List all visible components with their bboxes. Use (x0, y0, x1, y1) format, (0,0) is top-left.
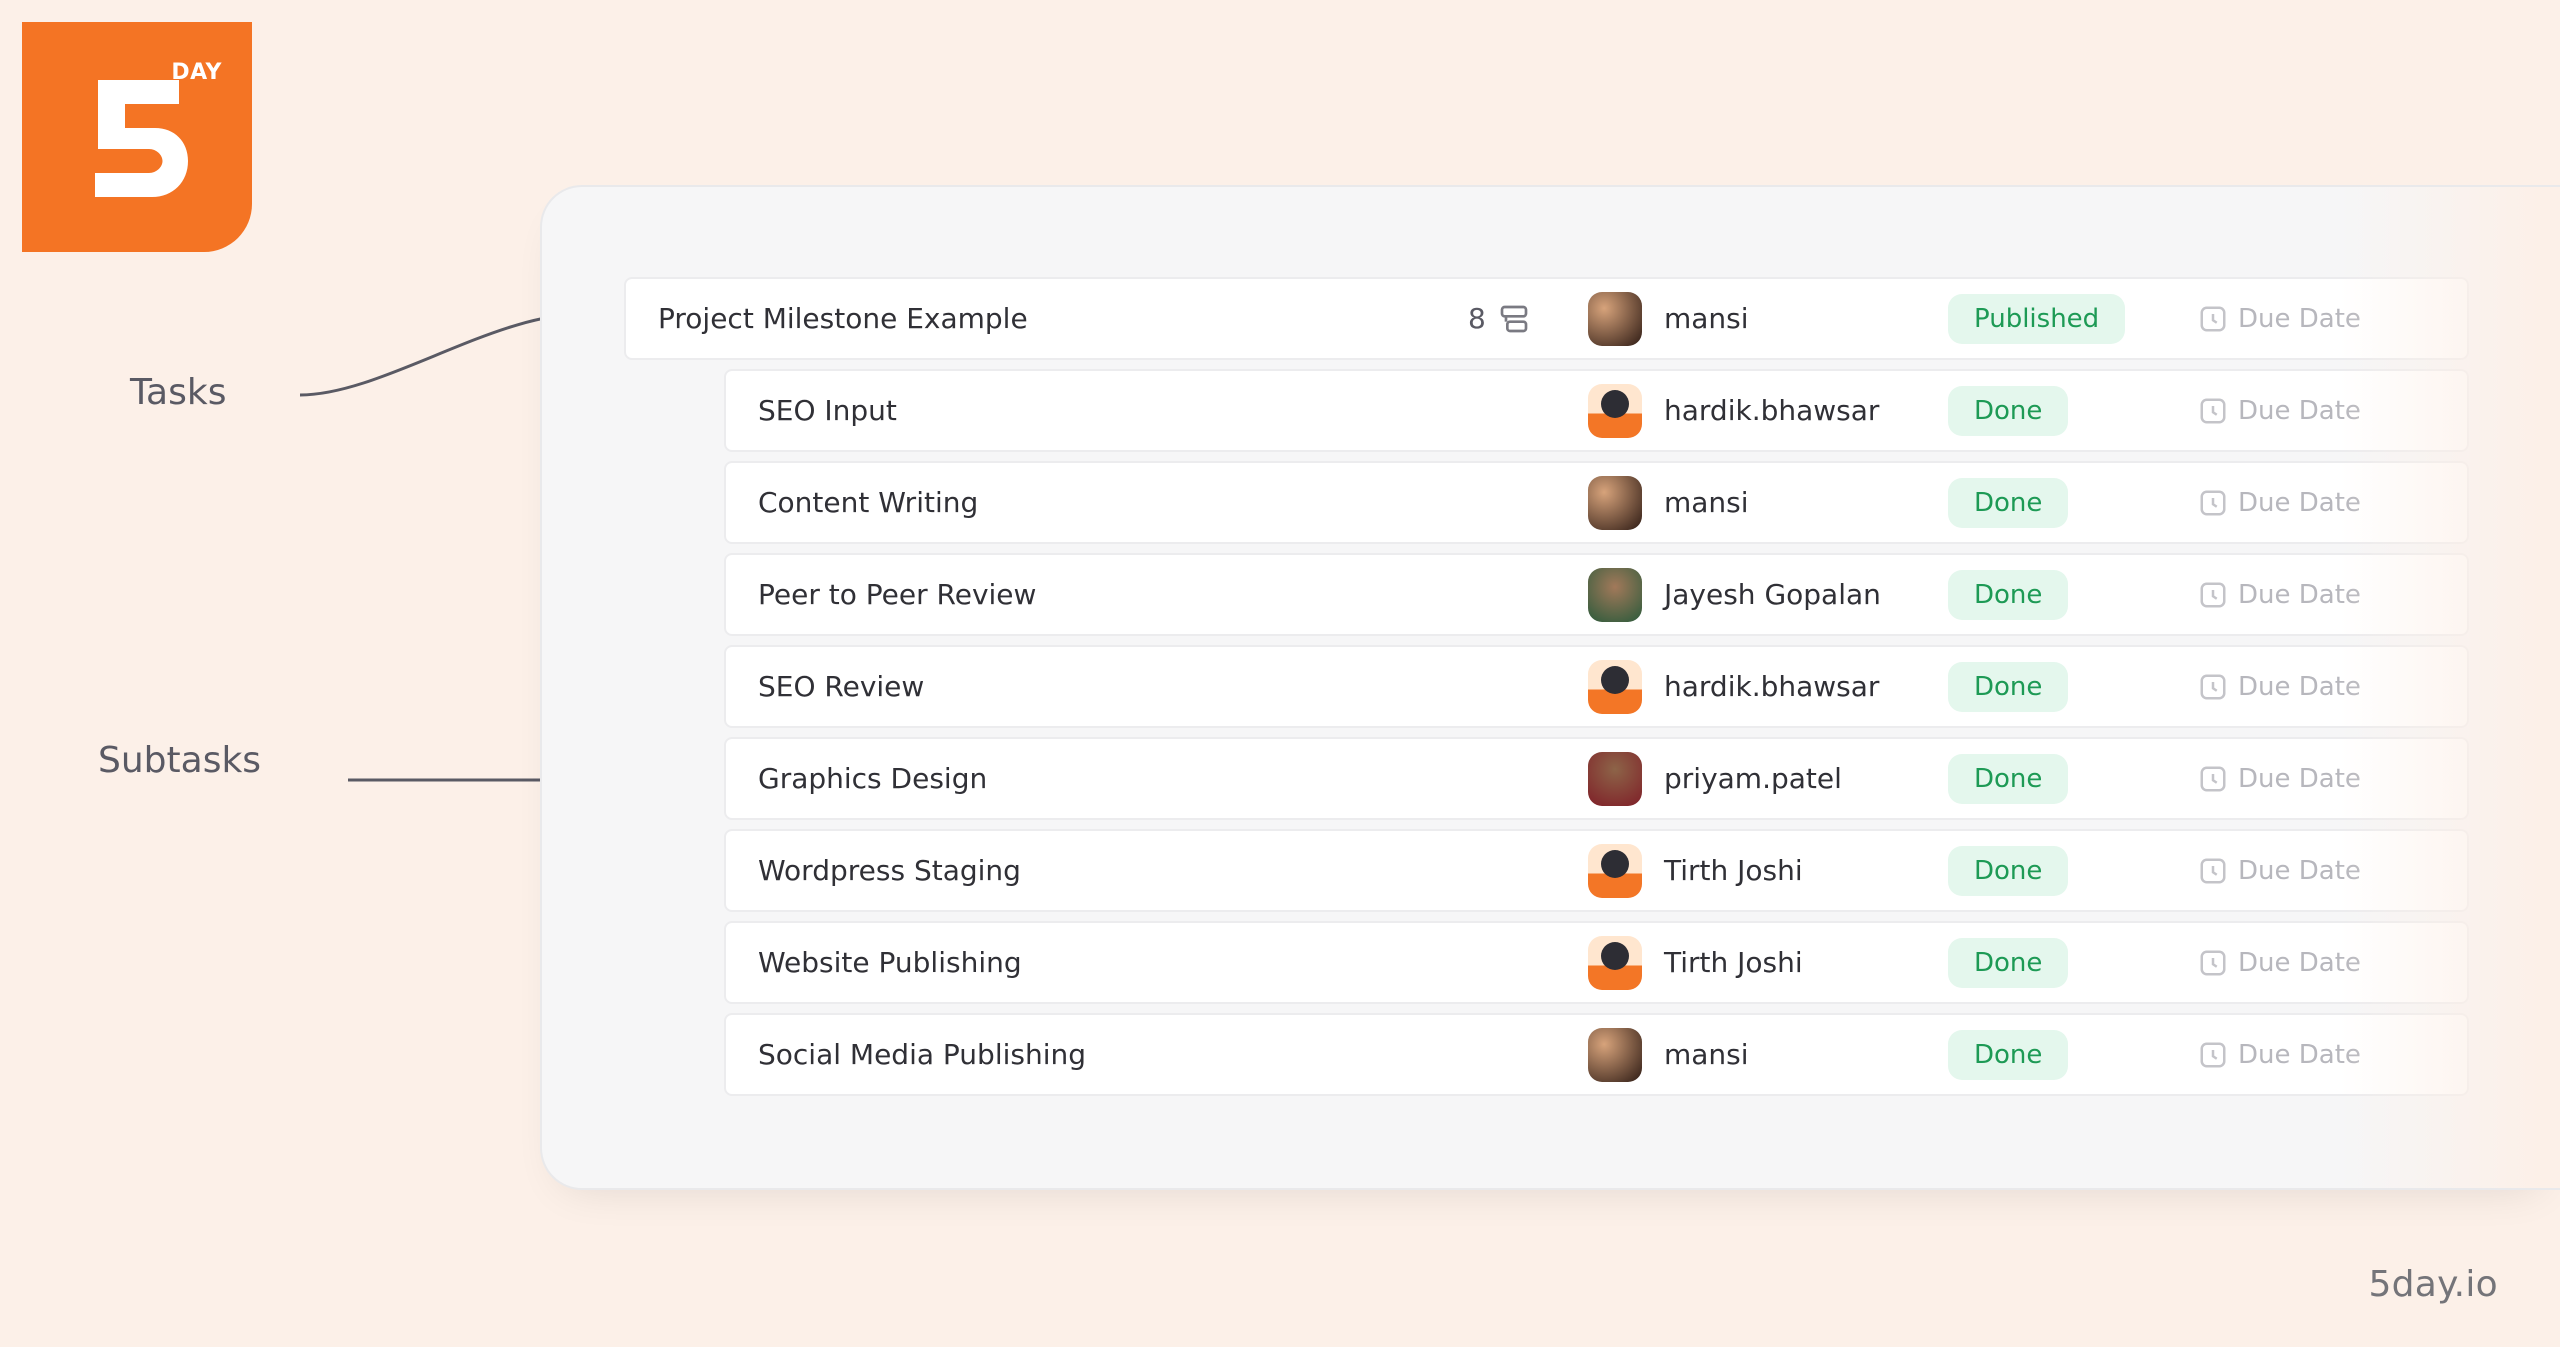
due-date[interactable]: Due Date (2198, 580, 2361, 610)
clock-icon (2198, 580, 2228, 610)
assignee-name: hardik.bhawsar (1664, 394, 1879, 427)
status-badge[interactable]: Published (1948, 294, 2125, 344)
subtask-assignee[interactable]: Jayesh Gopalan (1588, 568, 1948, 622)
annotation-tasks: Tasks (130, 372, 226, 413)
task-name: Project Milestone Example (658, 302, 1468, 335)
assignee-name: Tirth Joshi (1664, 946, 1803, 979)
subtask-row[interactable]: Peer to Peer Review Jayesh Gopalan Done Due… (724, 553, 2469, 636)
subtask-row[interactable]: Wordpress Staging Tirth Joshi Done Due Date (724, 829, 2469, 912)
subtask-row[interactable]: SEO Input hardik.bhawsar Done Due Date (724, 369, 2469, 452)
subtask-assignee[interactable]: mansi (1588, 1028, 1948, 1082)
subtask-assignee[interactable]: hardik.bhawsar (1588, 384, 1948, 438)
status-badge[interactable]: Done (1948, 386, 2068, 436)
footer-brand: 5day.io (2368, 1264, 2498, 1305)
due-date[interactable]: Due Date (2198, 304, 2361, 334)
clock-icon (2198, 672, 2228, 702)
task-assignee[interactable]: mansi (1588, 292, 1948, 346)
annotation-subtasks: Subtasks (98, 740, 261, 781)
assignee-name: Tirth Joshi (1664, 854, 1803, 887)
status-badge[interactable]: Done (1948, 662, 2068, 712)
subtask-name: Peer to Peer Review (758, 578, 1468, 611)
subtask-name: SEO Review (758, 670, 1468, 703)
subtask-row[interactable]: SEO Review hardik.bhawsar Done Due Date (724, 645, 2469, 728)
due-date[interactable]: Due Date (2198, 396, 2361, 426)
logo-day-text: DAY (171, 60, 222, 85)
task-panel: Project Milestone Example 8 mansi Publis… (540, 185, 2560, 1190)
avatar (1588, 476, 1642, 530)
avatar (1588, 660, 1642, 714)
assignee-name: mansi (1664, 302, 1749, 335)
assignee-name: priyam.patel (1664, 762, 1842, 795)
subtask-assignee[interactable]: hardik.bhawsar (1588, 660, 1948, 714)
status-badge[interactable]: Done (1948, 1030, 2068, 1080)
avatar (1588, 1028, 1642, 1082)
status-badge[interactable]: Done (1948, 570, 2068, 620)
subtask-assignee[interactable]: Tirth Joshi (1588, 936, 1948, 990)
due-date[interactable]: Due Date (2198, 488, 2361, 518)
subtask-name: Content Writing (758, 486, 1468, 519)
subtask-assignee[interactable]: priyam.patel (1588, 752, 1948, 806)
subtask-name: Website Publishing (758, 946, 1468, 979)
clock-icon (2198, 304, 2228, 334)
status-badge[interactable]: Done (1948, 846, 2068, 896)
subtask-assignee[interactable]: Tirth Joshi (1588, 844, 1948, 898)
due-date[interactable]: Due Date (2198, 948, 2361, 978)
avatar (1588, 936, 1642, 990)
subtask-name: Graphics Design (758, 762, 1468, 795)
avatar (1588, 752, 1642, 806)
subtask-row[interactable]: Content Writing mansi Done Due Date (724, 461, 2469, 544)
clock-icon (2198, 948, 2228, 978)
avatar (1588, 844, 1642, 898)
avatar (1588, 384, 1642, 438)
subtasks-icon (1498, 303, 1530, 335)
status-badge[interactable]: Done (1948, 478, 2068, 528)
subtask-name: SEO Input (758, 394, 1468, 427)
avatar (1588, 292, 1642, 346)
assignee-name: mansi (1664, 486, 1749, 519)
assignee-name: hardik.bhawsar (1664, 670, 1879, 703)
clock-icon (2198, 396, 2228, 426)
due-date[interactable]: Due Date (2198, 672, 2361, 702)
subtask-row[interactable]: Website Publishing Tirth Joshi Done Due Dat… (724, 921, 2469, 1004)
due-date[interactable]: Due Date (2198, 1040, 2361, 1070)
subtask-row[interactable]: Social Media Publishing mansi Done Due Date (724, 1013, 2469, 1096)
subtask-name: Wordpress Staging (758, 854, 1468, 887)
clock-icon (2198, 488, 2228, 518)
clock-icon (2198, 1040, 2228, 1070)
subtask-count: 8 (1468, 302, 1588, 335)
due-date[interactable]: Due Date (2198, 856, 2361, 886)
avatar (1588, 568, 1642, 622)
subtask-list: SEO Inputhardik.bhawsarDoneDue DateConte… (624, 369, 2560, 1096)
subtask-name: Social Media Publishing (758, 1038, 1468, 1071)
task-row[interactable]: Project Milestone Example 8 mansi Publis… (624, 277, 2469, 360)
status-badge[interactable]: Done (1948, 754, 2068, 804)
due-date[interactable]: Due Date (2198, 764, 2361, 794)
brand-logo: DAY (22, 22, 252, 252)
clock-icon (2198, 856, 2228, 886)
status-badge[interactable]: Done (1948, 938, 2068, 988)
assignee-name: mansi (1664, 1038, 1749, 1071)
clock-icon (2198, 764, 2228, 794)
subtask-row[interactable]: Graphics Design priyam.patel Done Due Date (724, 737, 2469, 820)
assignee-name: Jayesh Gopalan (1664, 578, 1881, 611)
subtask-assignee[interactable]: mansi (1588, 476, 1948, 530)
